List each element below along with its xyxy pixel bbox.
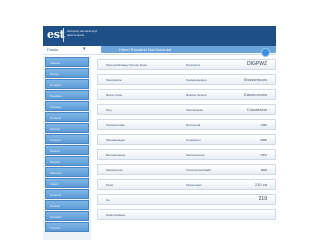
row-key: Saniseceses	[106, 168, 124, 172]
row-value: Rsanee Setsne	[186, 93, 207, 97]
section-dropdown-label[interactable]: Faruls	[47, 47, 58, 52]
row-code: 210 ca	[254, 182, 267, 187]
row-key: Pesw	[106, 183, 114, 187]
row-code: Sissssmsoos	[243, 77, 267, 82]
app-logo[interactable]: est	[47, 28, 65, 41]
list-item[interactable]: Pesw Zsaneceast 210 ca	[97, 179, 276, 190]
list-item[interactable]: Peiy Sancisesase Cracaesine	[97, 104, 276, 115]
row-value: Recsoneat	[186, 123, 201, 127]
brand-tagline-line-2: dpat lemplue	[67, 33, 85, 37]
row-value: Kesaioestesteu	[186, 78, 207, 82]
row-code: Eanecocnow	[244, 92, 267, 97]
sidebar-item[interactable]: Cleeset	[45, 57, 89, 67]
sidebar-item[interactable]: Cnoeret	[45, 134, 89, 144]
row-key: Sanseteasgee	[106, 138, 126, 142]
sidebar-item[interactable]: Tnerdor	[45, 222, 89, 232]
sidebar-item[interactable]: Doneuel	[45, 112, 89, 122]
list-item[interactable]: Sanmeelbrsaaey Dorese Rosa Dansrwed DIGP…	[97, 59, 276, 70]
breadcrumb[interactable]: Hdeet Rmsatrst Dat Bnesulat	[119, 47, 171, 52]
sidebar-item[interactable]: Sonse	[45, 68, 89, 78]
row-value: Camrcecescoitadlt	[186, 168, 211, 172]
row-value: Sancisesase	[186, 108, 204, 112]
sidebar-item[interactable]: Crnepsrr	[45, 79, 89, 89]
sidebar-item[interactable]: Sersed	[45, 145, 89, 155]
breadcrumb-bar: Hdeet Rmsatrst Dat Bnesulat	[101, 46, 276, 53]
sidebar-item[interactable]: Mareeue	[45, 167, 89, 177]
sidebar-item[interactable]: Dasdeue	[45, 90, 89, 100]
list-item[interactable]: Sanseteasgee Coneseten aae	[97, 134, 276, 145]
row-value: Dansrwed	[186, 63, 200, 67]
list-item[interactable]: Sisansetnle Kesaioestesteu Sissssmsoos	[97, 74, 276, 85]
logo-divider	[63, 28, 64, 42]
row-code: nec	[260, 152, 267, 157]
row-key: Sisansetnle	[106, 78, 122, 82]
sidebar-item[interactable]: Sefcont	[45, 123, 89, 133]
row-key: Snoiessnseae	[106, 123, 125, 127]
list-item[interactable]: Neiannedasee	[97, 209, 276, 220]
row-value: Zsaneceast	[186, 183, 202, 187]
row-code: aae	[260, 137, 267, 142]
row-key: Rsesc Cese	[106, 93, 123, 97]
row-value: Coneseten	[186, 138, 201, 142]
row-code: Cracaesine	[246, 107, 267, 112]
row-key: Neiannedasee	[106, 213, 126, 217]
row-code: DIGPWZ	[247, 61, 267, 67]
list-item[interactable]: Benseamaane Ssnsessnenie nec	[97, 149, 276, 160]
row-key: Benseamaane	[106, 153, 126, 157]
row-key: Sanmeelbrsaaey Dorese Rosa	[106, 63, 147, 67]
app-header: est eldmpaty denteral diyd dpat lemplue	[43, 26, 276, 47]
sidebar-item[interactable]: Dossee	[45, 200, 89, 210]
sidebar-item[interactable]: Stater	[45, 178, 89, 188]
sidebar-item[interactable]: Carpece	[45, 101, 89, 111]
status-indicator-icon[interactable]	[261, 48, 270, 57]
list-item[interactable]: Snoiessnseae Recsoneat cac	[97, 119, 276, 130]
list-item[interactable]: Saniseceses Camrcecescoitadlt ass	[97, 164, 276, 175]
sidebar-item[interactable]: Sonsefcl	[45, 211, 89, 221]
chevron-down-icon[interactable]: ▾	[83, 46, 86, 52]
row-code: ass	[260, 167, 267, 172]
row-key: Ue	[106, 198, 110, 202]
list-item[interactable]: Rsesc Cese Rsanee Setsne Eanecocnow	[97, 89, 276, 100]
row-key: Peiy	[106, 108, 112, 112]
sidebar-item[interactable]: Cnercue	[45, 189, 89, 199]
row-code: 219	[258, 196, 267, 202]
sidebar: Cleeset Sonse Crnepsrr Dasdeue Carpece D…	[43, 57, 91, 240]
list-item[interactable]: Ue 219	[97, 194, 276, 205]
row-value: Ssnsessnenie	[186, 153, 205, 157]
sidebar-item[interactable]: Pandlor	[45, 156, 89, 166]
app-window: est eldmpaty denteral diyd dpat lemplue …	[43, 26, 276, 240]
row-code: cac	[260, 122, 267, 127]
